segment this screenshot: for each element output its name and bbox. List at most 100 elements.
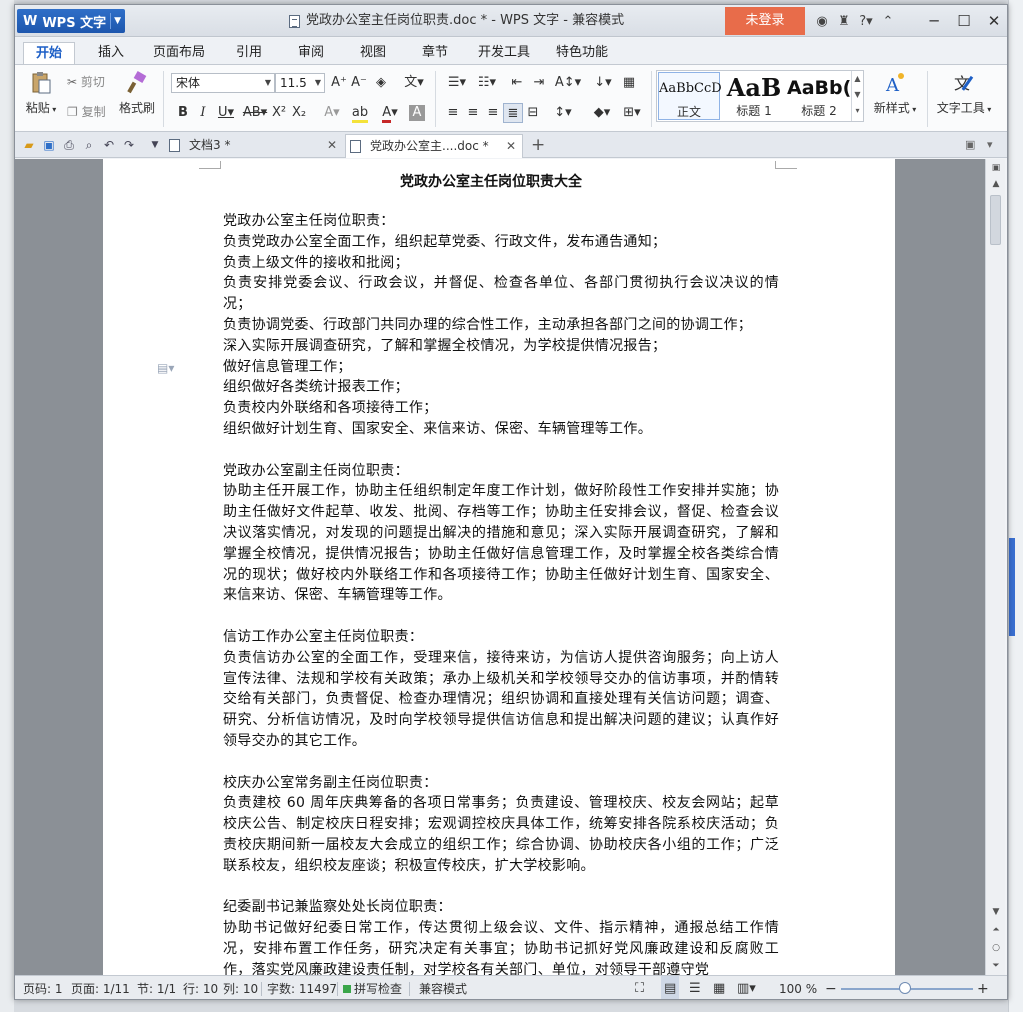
table-icon[interactable]: ▦: [619, 73, 639, 93]
print-icon[interactable]: ⎙: [59, 132, 79, 158]
reading-view-icon[interactable]: ▥▾: [737, 976, 756, 999]
copy-button[interactable]: ❐ 复制: [67, 103, 106, 120]
highlight-icon[interactable]: ab: [347, 103, 373, 123]
doc-tab-2[interactable]: 党政办公室主....doc * ✕: [345, 134, 523, 158]
browse-object-icon[interactable]: ○: [986, 943, 1006, 953]
save-icon[interactable]: ▣: [39, 132, 59, 158]
skin-icon[interactable]: ◉: [811, 14, 833, 29]
strikethrough-icon[interactable]: AB▾: [241, 103, 269, 123]
italic-icon[interactable]: I: [193, 103, 213, 123]
phonetic-icon[interactable]: 文▾: [399, 73, 429, 93]
tab-special[interactable]: 特色功能: [547, 42, 617, 64]
char-shading-icon[interactable]: A: [409, 105, 425, 121]
font-name-select[interactable]: 宋体 ▼: [171, 73, 275, 93]
distribute-icon[interactable]: ⊟: [523, 103, 543, 123]
char-spacing-icon[interactable]: A↕▾: [553, 73, 583, 93]
increase-indent-icon[interactable]: ⇥: [529, 73, 549, 93]
tab-list-icon[interactable]: ▣: [965, 132, 975, 158]
app-menu-button[interactable]: W WPS 文字 ▼: [17, 9, 125, 33]
redo-icon[interactable]: ↷: [119, 132, 139, 158]
doc-tab-1[interactable]: 文档3 * ✕: [165, 134, 343, 158]
new-style-button[interactable]: A 新样式 ▾: [867, 71, 923, 116]
text-tools-button[interactable]: 文 文字工具 ▾: [933, 71, 995, 116]
underline-icon[interactable]: U▾: [213, 103, 239, 123]
tab-developer[interactable]: 开发工具: [469, 42, 539, 64]
shading-icon[interactable]: ◆▾: [587, 103, 617, 123]
status-word-count[interactable]: 字数: 11497: [267, 976, 337, 999]
zoom-out-icon[interactable]: −: [825, 976, 837, 999]
page-view-icon[interactable]: ▣: [986, 163, 1006, 173]
tab-review[interactable]: 审阅: [287, 42, 335, 64]
cut-button[interactable]: ✂ 剪切: [67, 73, 105, 90]
tab-view[interactable]: 视图: [349, 42, 397, 64]
bold-icon[interactable]: B: [173, 103, 193, 123]
close-icon[interactable]: ✕: [979, 5, 1007, 37]
sort-icon[interactable]: ↓▾: [589, 73, 617, 93]
clear-format-icon[interactable]: ◈: [371, 73, 391, 93]
superscript-icon[interactable]: X²: [269, 103, 289, 123]
maximize-icon[interactable]: ☐: [949, 5, 979, 37]
paragraph-handle-icon[interactable]: ▤▾: [157, 361, 174, 375]
chevron-up-icon[interactable]: ▲: [854, 74, 860, 83]
quick-access-more-icon[interactable]: ▼: [145, 132, 165, 158]
style-heading-2[interactable]: AaBb( 标题 2: [787, 72, 851, 120]
numbered-list-icon[interactable]: ☷▾: [473, 73, 501, 93]
tab-home[interactable]: 开始: [23, 42, 75, 67]
style-heading-1[interactable]: AaB 标题 1: [723, 72, 785, 120]
zoom-level[interactable]: 100 %: [779, 976, 817, 999]
chevron-down-icon[interactable]: ▼: [854, 90, 860, 99]
tab-options-icon[interactable]: ▾: [987, 132, 993, 158]
scroll-up-icon[interactable]: ▲: [986, 179, 1006, 189]
font-color-icon[interactable]: A▾: [377, 103, 403, 123]
outline-view-icon[interactable]: ☰: [689, 976, 701, 999]
status-row[interactable]: 行: 10: [183, 976, 218, 999]
borders-icon[interactable]: ⊞▾: [617, 103, 647, 123]
justify-icon[interactable]: ≣: [503, 103, 523, 123]
open-folder-icon[interactable]: ▰: [19, 132, 39, 158]
next-page-icon[interactable]: ⏷: [986, 961, 1006, 971]
styles-scroll[interactable]: ▲ ▼ ▾: [851, 71, 863, 121]
bullet-list-icon[interactable]: ☰▾: [443, 73, 471, 93]
line-spacing-icon[interactable]: ↕▾: [549, 103, 577, 123]
zoom-slider-thumb[interactable]: [899, 982, 911, 994]
text-effect-icon[interactable]: A▾: [319, 103, 345, 123]
subscript-icon[interactable]: X₂: [289, 103, 309, 123]
status-page-code[interactable]: 页码: 1: [23, 976, 63, 999]
more-icon[interactable]: ▾: [855, 106, 859, 115]
shrink-font-icon[interactable]: A⁻: [349, 73, 369, 93]
align-right-icon[interactable]: ≡: [483, 103, 503, 123]
format-painter-button[interactable]: 格式刷: [117, 71, 157, 116]
fullscreen-icon[interactable]: ⛶: [635, 976, 644, 999]
close-tab-icon[interactable]: ✕: [327, 134, 337, 156]
collapse-ribbon-icon[interactable]: ⌃: [877, 14, 899, 29]
grow-font-icon[interactable]: A⁺: [329, 73, 349, 93]
status-col[interactable]: 列: 10: [223, 976, 258, 999]
zoom-in-icon[interactable]: +: [977, 976, 989, 999]
tab-insert[interactable]: 插入: [87, 42, 135, 64]
align-center-icon[interactable]: ≡: [463, 103, 483, 123]
tab-references[interactable]: 引用: [225, 42, 273, 64]
scroll-thumb[interactable]: [990, 195, 1001, 245]
page-view-mode-icon[interactable]: ▤: [661, 976, 680, 999]
status-pages[interactable]: 页面: 1/11: [71, 976, 130, 999]
font-size-select[interactable]: 11.5 ▼: [275, 73, 325, 93]
document-page[interactable]: 党政办公室主任岗位职责大全 ▤▾ 党政办公室主任岗位职责： 负责党政办公室全面工作…: [103, 159, 895, 975]
tab-chapter[interactable]: 章节: [411, 42, 459, 64]
shirt-icon[interactable]: ♜: [833, 14, 855, 29]
undo-icon[interactable]: ↶: [99, 132, 119, 158]
scroll-down-icon[interactable]: ▼: [986, 907, 1006, 917]
login-button[interactable]: 未登录: [725, 7, 805, 35]
minimize-icon[interactable]: ─: [919, 5, 949, 37]
paste-button[interactable]: 粘贴 ▾: [23, 71, 59, 116]
status-section[interactable]: 节: 1/1: [137, 976, 176, 999]
web-view-icon[interactable]: ▦: [713, 976, 725, 999]
vertical-scrollbar[interactable]: ▣ ▲ ▼ ⏶ ○ ⏷: [985, 159, 1005, 975]
document-body[interactable]: 党政办公室主任岗位职责： 负责党政办公室全面工作，组织起草党委、行政文件，发布通告…: [223, 211, 779, 975]
new-tab-icon[interactable]: +: [531, 132, 545, 158]
close-tab-icon[interactable]: ✕: [506, 135, 516, 157]
print-preview-icon[interactable]: ⌕: [79, 132, 99, 158]
decrease-indent-icon[interactable]: ⇤: [507, 73, 527, 93]
prev-page-icon[interactable]: ⏶: [986, 925, 1006, 935]
align-left-icon[interactable]: ≡: [443, 103, 463, 123]
tab-page-layout[interactable]: 页面布局: [147, 42, 211, 64]
